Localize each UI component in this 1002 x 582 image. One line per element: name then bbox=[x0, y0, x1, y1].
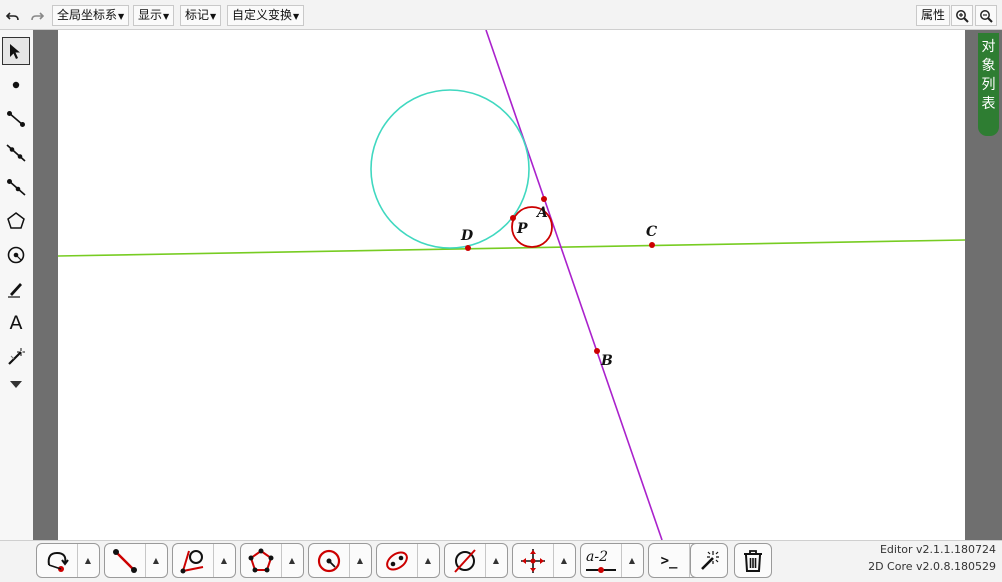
command-label: >_ bbox=[660, 552, 678, 569]
circle-tool-icon[interactable] bbox=[309, 544, 350, 577]
expand-icon[interactable]: ▲ bbox=[553, 544, 575, 577]
menu-label: 全局坐标系 bbox=[57, 8, 118, 22]
geometry-svg[interactable]: A B C D P bbox=[58, 30, 965, 540]
expand-icon[interactable]: ▲ bbox=[213, 544, 235, 577]
custom-transform-menu[interactable]: 自定义变换▼ bbox=[227, 5, 305, 26]
point-d[interactable] bbox=[465, 245, 471, 251]
point-p[interactable] bbox=[510, 215, 516, 221]
construct-tool-group[interactable]: ▲ bbox=[444, 543, 508, 578]
top-toolbar: 全局坐标系▼ 显示▼ 标记▼ 自定义变换▼ 属性 bbox=[0, 0, 1002, 30]
magic-icon[interactable] bbox=[690, 543, 728, 578]
segment-tool-icon[interactable] bbox=[105, 544, 146, 577]
undo-icon[interactable] bbox=[2, 5, 24, 26]
angle-circle-icon[interactable] bbox=[173, 544, 214, 577]
ray-icon[interactable] bbox=[2, 173, 30, 201]
menu-label: 显示 bbox=[138, 8, 163, 22]
measure-dot bbox=[598, 566, 604, 573]
coordinate-system-menu[interactable]: 全局坐标系▼ bbox=[52, 5, 130, 26]
chevron-down-icon: ▼ bbox=[293, 12, 300, 21]
big-circle[interactable] bbox=[370, 89, 530, 249]
select-arrow-icon[interactable] bbox=[2, 37, 30, 65]
expand-icon[interactable]: ▲ bbox=[281, 544, 303, 577]
green-line[interactable] bbox=[58, 239, 965, 257]
transform-tool-group[interactable]: ▲ bbox=[36, 543, 100, 578]
point-icon[interactable] bbox=[2, 71, 30, 99]
tab-char: 表 bbox=[981, 96, 996, 112]
trash-icon[interactable] bbox=[734, 543, 772, 578]
segment-tool-group[interactable]: ▲ bbox=[104, 543, 168, 578]
expand-icon[interactable]: ▲ bbox=[77, 544, 99, 577]
line-icon[interactable] bbox=[2, 139, 30, 167]
point-a[interactable] bbox=[541, 196, 547, 202]
chevron-down-icon: ▼ bbox=[163, 12, 170, 21]
polygon-tool-group[interactable]: ▲ bbox=[240, 543, 304, 578]
display-menu[interactable]: 显示▼ bbox=[133, 5, 175, 26]
angle-tool-group[interactable]: ▲ bbox=[172, 543, 236, 578]
circle-tool-group[interactable]: ▲ bbox=[308, 543, 372, 578]
zoom-out-icon[interactable] bbox=[975, 5, 997, 26]
left-gutter bbox=[33, 30, 58, 540]
label-b: B bbox=[600, 353, 613, 369]
tab-char: 象 bbox=[981, 58, 996, 74]
purple-line[interactable] bbox=[485, 30, 663, 540]
measure-icon[interactable]: a-2 bbox=[581, 544, 622, 577]
menu-label: 自定义变换 bbox=[232, 8, 293, 22]
tab-char: 对 bbox=[981, 39, 996, 55]
mark-menu[interactable]: 标记▼ bbox=[180, 5, 222, 26]
text-tool[interactable]: A bbox=[2, 309, 30, 337]
point-b[interactable] bbox=[594, 348, 600, 354]
chevron-down-icon: ▼ bbox=[210, 12, 217, 21]
expand-icon[interactable]: ▲ bbox=[349, 544, 371, 577]
ellipse-tool-icon[interactable] bbox=[377, 544, 418, 577]
text-icon: A bbox=[9, 312, 23, 334]
core-version: 2D Core v2.0.8.180529 bbox=[868, 560, 996, 573]
conic-tool-group[interactable]: ▲ bbox=[376, 543, 440, 578]
measure-tool-group[interactable]: a-2 ▲ bbox=[580, 543, 644, 578]
label-d: D bbox=[460, 228, 474, 244]
segment-icon[interactable] bbox=[2, 105, 30, 133]
rotate-point-icon[interactable] bbox=[37, 544, 78, 577]
editor-version: Editor v2.1.1.180724 bbox=[879, 543, 996, 556]
pen-icon[interactable] bbox=[2, 275, 30, 303]
chevron-down-icon: ▼ bbox=[118, 12, 125, 21]
expand-icon[interactable]: ▲ bbox=[485, 544, 507, 577]
measure-label: a-2 bbox=[586, 548, 608, 565]
drawing-canvas[interactable]: A B C D P bbox=[58, 30, 965, 540]
expand-icon[interactable]: ▲ bbox=[417, 544, 439, 577]
menu-label: 标记 bbox=[185, 8, 210, 22]
polygon-icon[interactable] bbox=[2, 207, 30, 235]
redo-icon[interactable] bbox=[26, 5, 48, 26]
command-icon[interactable]: >_ bbox=[649, 544, 690, 577]
expand-icon[interactable]: ▲ bbox=[621, 544, 643, 577]
intersect-icon[interactable] bbox=[513, 544, 554, 577]
label-c: C bbox=[646, 224, 657, 240]
more-tools-icon[interactable] bbox=[2, 375, 30, 393]
circle-icon[interactable] bbox=[2, 241, 30, 269]
left-toolbar: A bbox=[0, 30, 33, 540]
bottom-toolbar: ▲ ▲ ▲ ▲ ▲ ▲ ▲ ▲ a-2 ▲ >_ Editor v2.1.1.1… bbox=[0, 540, 1002, 582]
object-list-tab[interactable]: 对 象 列 表 bbox=[978, 33, 999, 136]
zoom-in-icon[interactable] bbox=[951, 5, 973, 26]
tab-char: 列 bbox=[981, 77, 996, 93]
point-c[interactable] bbox=[649, 242, 655, 248]
label-p: P bbox=[516, 221, 528, 237]
magic-wand-icon[interactable] bbox=[2, 343, 30, 371]
empty-set-icon[interactable] bbox=[445, 544, 486, 577]
expand-icon[interactable]: ▲ bbox=[145, 544, 167, 577]
label-a: A bbox=[535, 205, 548, 221]
intersect-tool-group[interactable]: ▲ bbox=[512, 543, 576, 578]
properties-button[interactable]: 属性 bbox=[916, 5, 951, 26]
polygon-points-icon[interactable] bbox=[241, 544, 282, 577]
measure-glyph: a-2 bbox=[584, 547, 618, 575]
